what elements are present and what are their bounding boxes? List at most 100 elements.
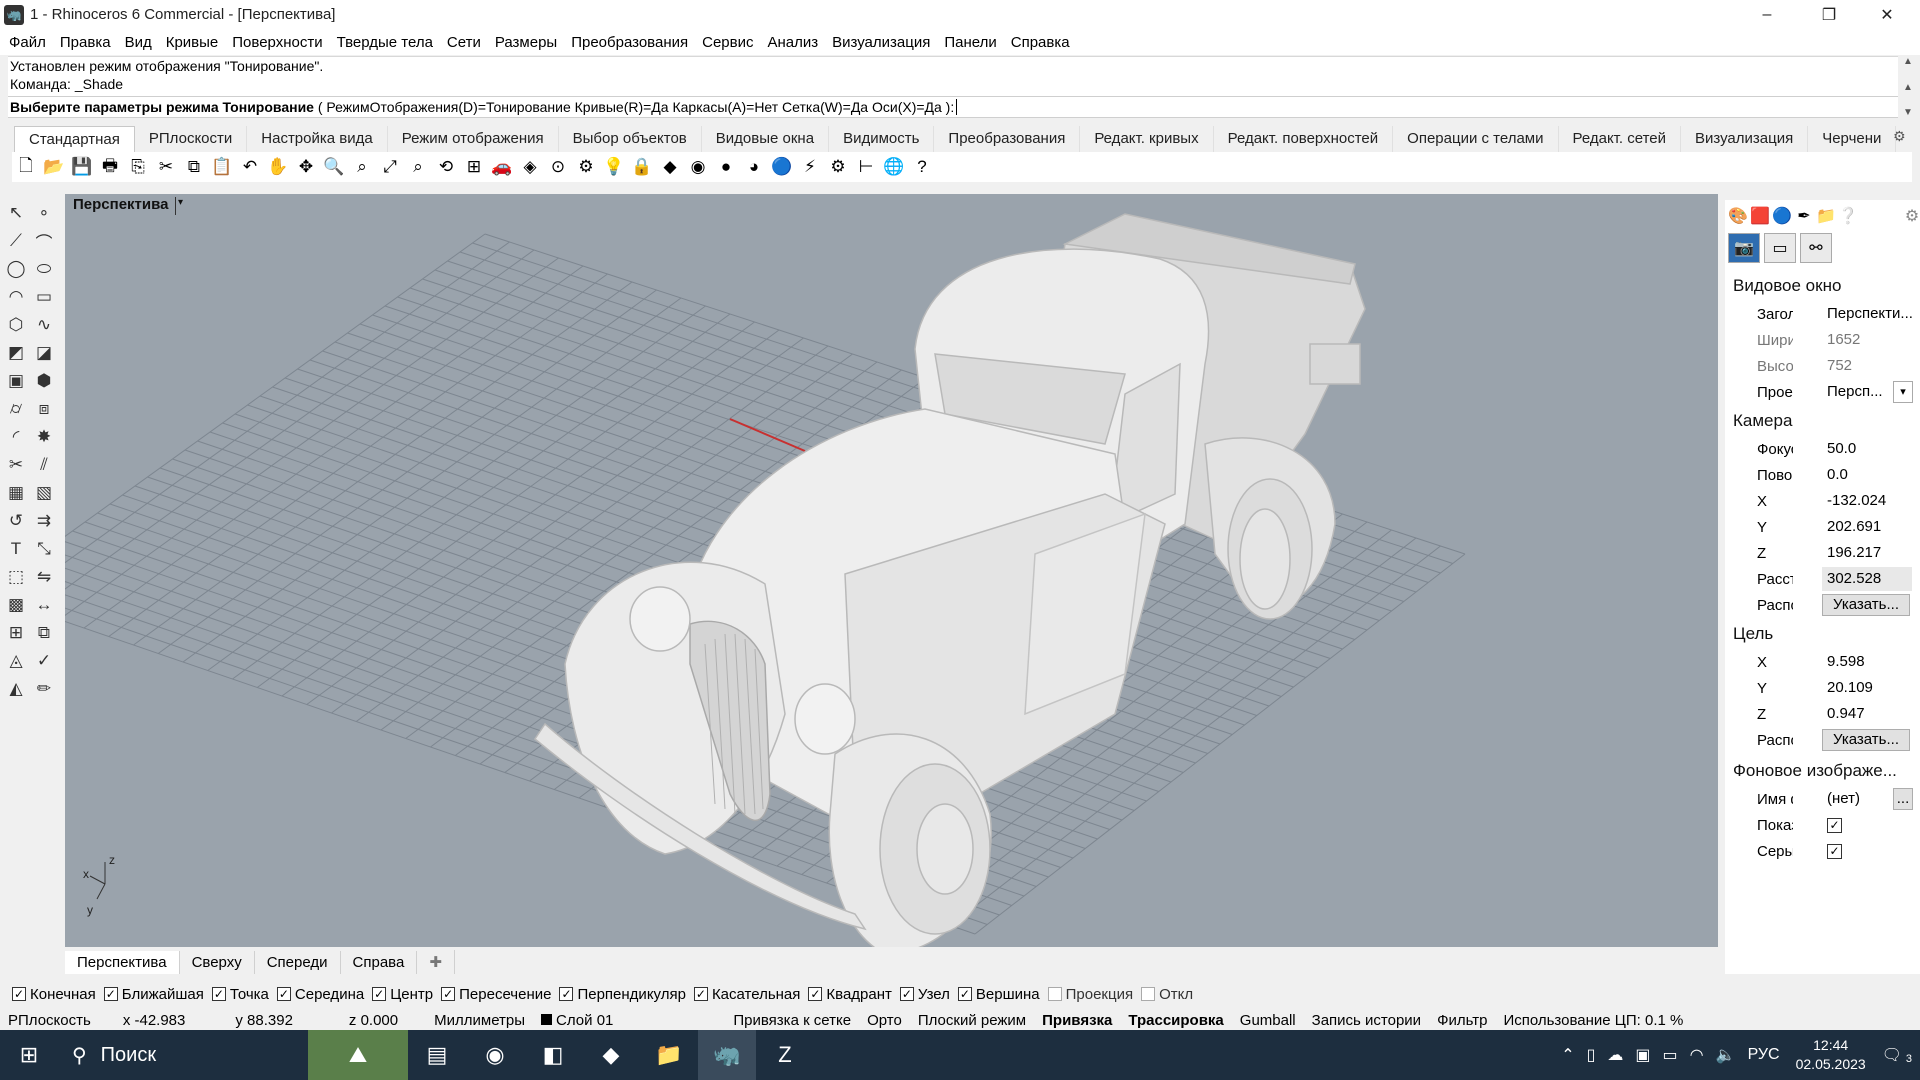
tab-display[interactable]: Режим отображения	[388, 126, 559, 152]
menu-transform[interactable]: Преобразования	[564, 34, 695, 51]
rotation-field[interactable]: 0.0	[1822, 463, 1912, 487]
undo-icon[interactable]: ↶	[236, 154, 264, 180]
fillet-icon[interactable]: ◜	[3, 424, 29, 450]
help-icon[interactable]: ?	[908, 154, 936, 180]
circle-icon[interactable]: ◯	[3, 256, 29, 282]
pen-panel-icon[interactable]: ✒	[1793, 205, 1815, 227]
lock-icon[interactable]: 🔒	[628, 154, 656, 180]
new-file-icon[interactable]: 🗋	[12, 154, 40, 180]
gray-background-checkbox[interactable]: ✓	[1827, 843, 1842, 859]
print-icon[interactable]: 🖶	[96, 154, 124, 180]
drafting-icon[interactable]: ✏	[31, 676, 57, 702]
viewport-tab-front[interactable]: Спереди	[255, 950, 341, 974]
target-z-field[interactable]: 0.947	[1822, 702, 1912, 726]
cplane-icon[interactable]: ◈	[516, 154, 544, 180]
folder-panel-icon[interactable]: 📁	[1815, 205, 1837, 227]
osnap-item[interactable]: ✓ Узел	[899, 986, 950, 1003]
paste-icon[interactable]: 📋	[208, 154, 236, 180]
color-wheel-icon[interactable]: ◉	[684, 154, 712, 180]
osnap-item[interactable]: ✓ Квадрант	[808, 986, 892, 1003]
osnap-item[interactable]: ✓ Пересечение	[441, 986, 551, 1003]
volume-icon[interactable]: 🔈	[1710, 1045, 1742, 1065]
polyline-icon[interactable]: ⟋	[3, 228, 29, 254]
osnap-checkbox[interactable]: ✓	[276, 987, 291, 1001]
group-icon[interactable]: ▦	[3, 480, 29, 506]
undo-view-icon[interactable]: ⟲	[432, 154, 460, 180]
taskbar-search[interactable]: ⚲ Поиск	[58, 1030, 308, 1080]
camera-y-field[interactable]: 202.691	[1822, 515, 1912, 539]
menu-render[interactable]: Визуализация	[825, 34, 937, 51]
check-icon[interactable]: ✓	[31, 648, 57, 674]
analysis-icon[interactable]: ◬	[3, 648, 29, 674]
store-app-icon[interactable]: ◧	[524, 1030, 582, 1080]
tray-app-icon[interactable]: ▣	[1629, 1045, 1656, 1065]
command-options[interactable]: ( РежимОтображения(D)=Тонирование Кривые…	[314, 99, 954, 115]
tab-standard[interactable]: Стандартная	[14, 126, 135, 152]
minimize-button[interactable]: –	[1738, 0, 1796, 29]
four-viewports-icon[interactable]: ⊞	[460, 154, 488, 180]
boolean-icon[interactable]: ⬢	[31, 368, 57, 394]
surface-loft-icon[interactable]: ◪	[31, 340, 57, 366]
osnap-checkbox[interactable]: ✓	[559, 987, 574, 1001]
grid-snap-toggle[interactable]: Привязка к сетке	[725, 1012, 859, 1029]
record-history-toggle[interactable]: Запись истории	[1304, 1012, 1429, 1029]
planar-toggle[interactable]: Плоский режим	[910, 1012, 1034, 1029]
rhino-taskbar-icon[interactable]: 🦏	[698, 1030, 756, 1080]
viewport-tab-right[interactable]: Справа	[341, 950, 418, 974]
surface-edge-icon[interactable]: ◩	[3, 340, 29, 366]
settings-gear-icon[interactable]: ⚙	[824, 154, 852, 180]
menu-file[interactable]: Файл	[2, 34, 53, 51]
panel-settings-gear-icon[interactable]: ⚙	[1901, 205, 1920, 227]
osnap-checkbox[interactable]: ✓	[12, 987, 26, 1001]
viewport-title[interactable]: Перспектива	[65, 194, 179, 218]
zoom-extents-icon[interactable]: ⤢	[376, 154, 404, 180]
point-icon[interactable]: ∘	[31, 200, 57, 226]
clock[interactable]: 12:44 02.05.2023	[1786, 1036, 1876, 1074]
osnap-checkbox[interactable]: ✓	[372, 987, 387, 1001]
menu-curves[interactable]: Кривые	[159, 34, 226, 51]
tab-solid-tools[interactable]: Операции с телами	[1393, 126, 1559, 152]
viewport-display-tab-icon[interactable]: ▭	[1764, 233, 1796, 263]
show-background-checkbox[interactable]: ✓	[1827, 817, 1842, 833]
copy-icon[interactable]: ⧉	[180, 154, 208, 180]
command-scrollbar[interactable]: ▲ ▲ ▼	[1898, 56, 1918, 118]
osnap-checkbox[interactable]: ✓	[693, 987, 708, 1001]
export-icon[interactable]: ⎘	[124, 154, 152, 180]
file-explorer-icon[interactable]: 📁	[640, 1030, 698, 1080]
command-history[interactable]: Установлен режим отображения "Тонировани…	[8, 56, 1898, 96]
display-panel-icon[interactable]: 🟥	[1749, 205, 1771, 227]
osnap-item[interactable]: ✓ Конечная	[12, 986, 96, 1003]
dimension-icon[interactable]: ⊢	[852, 154, 880, 180]
array-icon[interactable]: ⊞	[3, 620, 29, 646]
fillet-curve-icon[interactable]: ↺	[3, 508, 29, 534]
light-icon[interactable]: 💡	[600, 154, 628, 180]
split-icon[interactable]: ⫽	[31, 452, 57, 478]
curve-cv-icon[interactable]: ⌒	[31, 228, 57, 254]
tabs-scroll[interactable]: ⚙	[1893, 128, 1906, 145]
viewport-tab-perspective[interactable]: Перспектива	[65, 950, 180, 974]
explode-icon[interactable]: ✸	[31, 424, 57, 450]
flash-icon[interactable]: ⚡	[796, 154, 824, 180]
tab-drafting[interactable]: Черчени	[1808, 126, 1897, 152]
menu-analyze[interactable]: Анализ	[760, 34, 825, 51]
osnap-toggle[interactable]: Привязка	[1034, 1012, 1120, 1029]
menu-panels[interactable]: Панели	[937, 34, 1003, 51]
osnap-checkbox[interactable]	[1141, 987, 1156, 1001]
tab-mesh-tools[interactable]: Редакт. сетей	[1559, 126, 1681, 152]
tab-transform[interactable]: Преобразования	[934, 126, 1081, 152]
app-cube-icon[interactable]: ◆	[582, 1030, 640, 1080]
command-prompt[interactable]: Выберите параметры режима Тонирование ( …	[8, 96, 1898, 118]
offset-icon[interactable]: ⇉	[31, 508, 57, 534]
mirror-icon[interactable]: ⇋	[31, 564, 57, 590]
viewport-canvas[interactable]: x z y	[65, 194, 1718, 947]
osnap-item[interactable]: ✓ Середина	[276, 986, 364, 1003]
osnap-checkbox[interactable]: ✓	[808, 987, 823, 1001]
scale-icon[interactable]: ⤡	[31, 536, 57, 562]
menu-view[interactable]: Вид	[118, 34, 159, 51]
onedrive-icon[interactable]: ☁	[1601, 1045, 1629, 1065]
osnap-checkbox[interactable]: ✓	[103, 987, 118, 1001]
freeform-curve-icon[interactable]: ∿	[31, 312, 57, 338]
polygon-icon[interactable]: ⬡	[3, 312, 29, 338]
osnap-item[interactable]: ✓ Касательная	[693, 986, 800, 1003]
rotate-view-icon[interactable]: ✥	[292, 154, 320, 180]
